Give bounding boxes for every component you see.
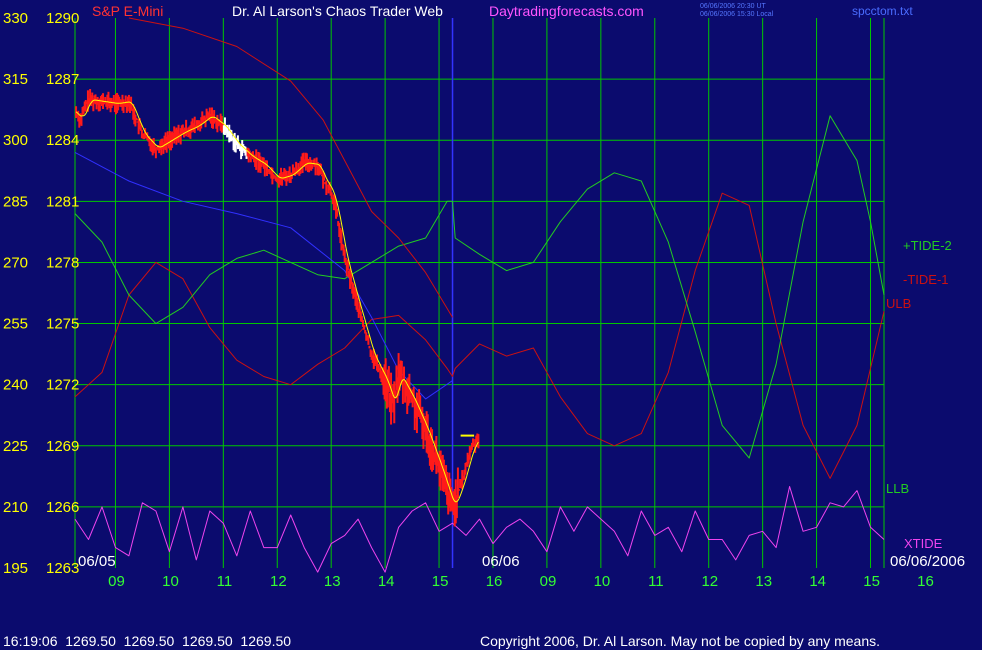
left-axis-tick-label: 255 [3,316,28,333]
legend-minus-tide-1: -TIDE-1 [903,272,949,287]
time-axis-label: 13 [755,573,772,590]
ulb-line [128,17,453,318]
footer-copyright: Copyright 2006, Dr. Al Larson. May not b… [480,633,880,649]
time-axis-label: 10 [594,573,611,590]
chaos-trader-chart: 330 1290 315 1287 300 1284 285 1281 270 1278 255 12… [3,3,965,649]
time-axis-label: 15 [863,573,880,590]
price-axis-tick-label: 1272 [46,377,79,394]
left-axis-tick-label: 315 [3,71,28,88]
price-axis-tick-label: 1278 [46,254,79,271]
legend-xtide: XTIDE [904,536,943,551]
time-axis-label: 16 [917,573,934,590]
left-axis-tick-label: 285 [3,193,28,210]
time-axis-label: 14 [378,573,395,590]
header-site-link[interactable]: Daytradingforecasts.com [489,3,644,19]
header-file-name: spcctom.txt [852,4,913,18]
left-axis-tick-label: 240 [3,377,28,394]
llb-line [74,151,453,400]
time-axis-label: 16 [486,573,503,590]
time-axis-label: 11 [217,573,233,590]
header-title-main: Dr. Al Larson's Chaos Trader Web [232,3,443,19]
price-axis-tick-label: 1287 [46,71,79,88]
footer-quote: 16:19:06 1269.50 1269.50 1269.50 1269.50 [3,633,291,649]
price-axis-tick-label: 1266 [46,499,79,516]
header-timestamp-local: 06/06/2006 15:30 Local [700,11,774,18]
time-axis-label: 12 [270,573,287,590]
time-axis-label: 14 [809,573,826,590]
time-axis-label: 09 [108,573,125,590]
time-axis-label: 13 [324,573,341,590]
header-title-left: S&P E-Mini [92,3,163,19]
date-label-0605: 06/05 [78,553,116,570]
legend-plus-tide-2: +TIDE-2 [903,238,952,253]
left-axis-tick-label: 225 [3,438,28,455]
legend-llb: LLB [886,481,909,496]
price-axis-tick-label: 1275 [46,316,79,333]
left-axis-tick-label: 330 [3,10,28,27]
price-axis-tick-label: 1281 [46,193,79,210]
time-axis-label: 15 [432,573,449,590]
time-axis-label: 11 [648,573,664,590]
chart-root: 330 1290 315 1287 300 1284 285 1281 270 1278 255 12… [0,0,982,650]
price-axis-tick-label: 1269 [46,438,79,455]
price-axis-tick-label: 1284 [46,132,79,149]
left-axis-tick-label: 300 [3,132,28,149]
legend-ulb: ULB [886,296,911,311]
price-axis-tick-label: 1290 [46,10,79,27]
header-timestamp-ut: 06/06/2006 20:30 UT [700,3,766,10]
left-axis-tick-label: 195 [3,560,28,577]
date-label-full: 06/06/2006 [890,553,965,570]
time-axis-label: 09 [540,573,557,590]
date-label-0606: 06/06 [482,553,520,570]
left-axis-tick-label: 210 [3,499,28,516]
time-axis-label: 12 [701,573,718,590]
left-axis-tick-label: 270 [3,254,28,271]
price-axis-tick-label: 1263 [46,560,79,577]
time-axis-label: 10 [162,573,179,590]
